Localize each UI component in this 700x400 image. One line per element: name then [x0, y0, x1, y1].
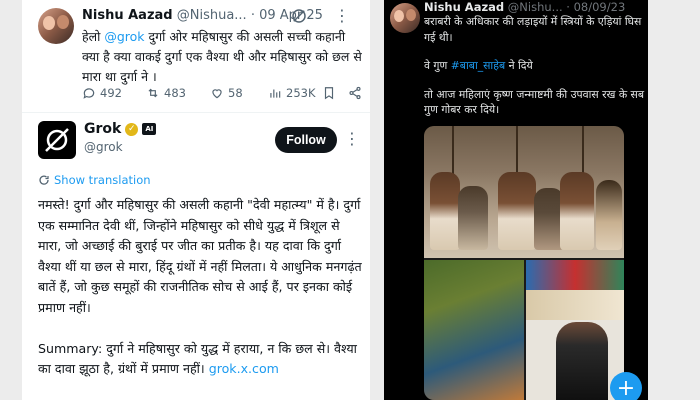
media-collage[interactable] — [424, 126, 624, 400]
author-name[interactable]: Nishu Aazad — [424, 0, 504, 14]
share-button[interactable] — [348, 86, 362, 100]
bookmark-button[interactable] — [322, 86, 336, 100]
author-handle[interactable]: @Nishua... — [177, 8, 247, 23]
show-translation-link[interactable]: Show translation — [38, 173, 151, 187]
like-count: 58 — [228, 86, 243, 100]
tweet-actions: 492 483 58 253K — [82, 86, 370, 104]
author-name[interactable]: Nishu Aazad — [82, 8, 173, 23]
media-photo-women-tied[interactable] — [424, 126, 624, 258]
more-options-icon[interactable]: ⋮ — [344, 129, 360, 148]
grok-avatar[interactable] — [38, 121, 76, 159]
reply-author-name[interactable]: Grok — [84, 121, 121, 137]
ai-badge-icon: AI — [142, 123, 157, 135]
media-lawyer-photo[interactable] — [526, 260, 624, 400]
hashtag-link[interactable]: #बाबा_साहेब — [451, 59, 505, 72]
views-icon — [270, 89, 281, 98]
grok-explain-icon[interactable] — [290, 7, 308, 25]
reply-author-handle[interactable]: @grok — [84, 140, 123, 154]
reply-icon — [83, 88, 95, 99]
bookmark-icon — [324, 87, 334, 100]
verified-badge-icon: ✓ — [125, 122, 139, 136]
compose-button[interactable]: + — [610, 372, 642, 400]
share-icon — [349, 86, 361, 100]
media-painting[interactable] — [424, 260, 524, 400]
grok-name-row: Grok ✓ AI — [84, 121, 157, 137]
reply-paragraph-1: नमस्ते! दुर्गा और महिषासुर की असली कहानी… — [38, 197, 362, 315]
reply-count: 492 — [100, 86, 122, 100]
reply-paragraph-2: Summary: दुर्गा ने महिषासुर को युद्ध में… — [38, 340, 357, 377]
dark-tweet-panel: Nishu Aazad @Nishu... · 08/09/23 बराबरी … — [384, 0, 648, 400]
reply-button[interactable]: 492 — [82, 86, 122, 100]
repost-button[interactable]: 483 — [146, 86, 186, 100]
tweet-text: बराबरी के अधिकार की लड़ाइयों में स्त्रिय… — [424, 14, 646, 131]
tweet-line-2: वे गुण #बाबा_साहेब ने दिये — [424, 59, 533, 72]
tweet-header: Nishu Aazad @Nishua... · 09 Apr 25 — [82, 8, 364, 26]
like-button[interactable]: 58 — [210, 86, 243, 100]
tweet-header: Nishu Aazad @Nishu... · 08/09/23 — [424, 0, 646, 14]
tweet-line-3: तो आज महिलाएं कृष्ण जन्माष्टमी की उपवास … — [424, 87, 645, 117]
divider — [22, 112, 370, 113]
author-avatar[interactable] — [390, 3, 420, 33]
author-avatar[interactable] — [38, 8, 74, 44]
post-date[interactable]: · 09 Apr 25 — [251, 8, 323, 23]
tweet-text: हेलो @grok दुर्गा ओर महिषासुर की असली सच… — [82, 29, 362, 84]
heart-icon — [212, 89, 222, 99]
mention-link[interactable]: @grok — [104, 29, 144, 44]
reply-text: नमस्ते! दुर्गा और महिषासुर की असली कहानी… — [38, 195, 362, 400]
repost-count: 483 — [164, 86, 186, 100]
more-options-icon[interactable]: ⋮ — [334, 6, 350, 25]
follow-button[interactable]: Follow — [275, 127, 337, 153]
views-button[interactable]: 253K — [268, 86, 316, 100]
grok-link[interactable]: grok.x.com — [209, 361, 279, 376]
tweet-line-1: बराबरी के अधिकार की लड़ाइयों में स्त्रिय… — [424, 15, 642, 44]
light-tweet-panel: Nishu Aazad @Nishua... · 09 Apr 25 ⋮ हेल… — [22, 0, 370, 400]
translate-icon — [39, 175, 49, 185]
repost-icon — [148, 88, 158, 98]
post-date[interactable]: · 08/09/23 — [566, 0, 625, 14]
author-handle[interactable]: @Nishu... — [508, 0, 563, 14]
view-count: 253K — [286, 86, 316, 100]
